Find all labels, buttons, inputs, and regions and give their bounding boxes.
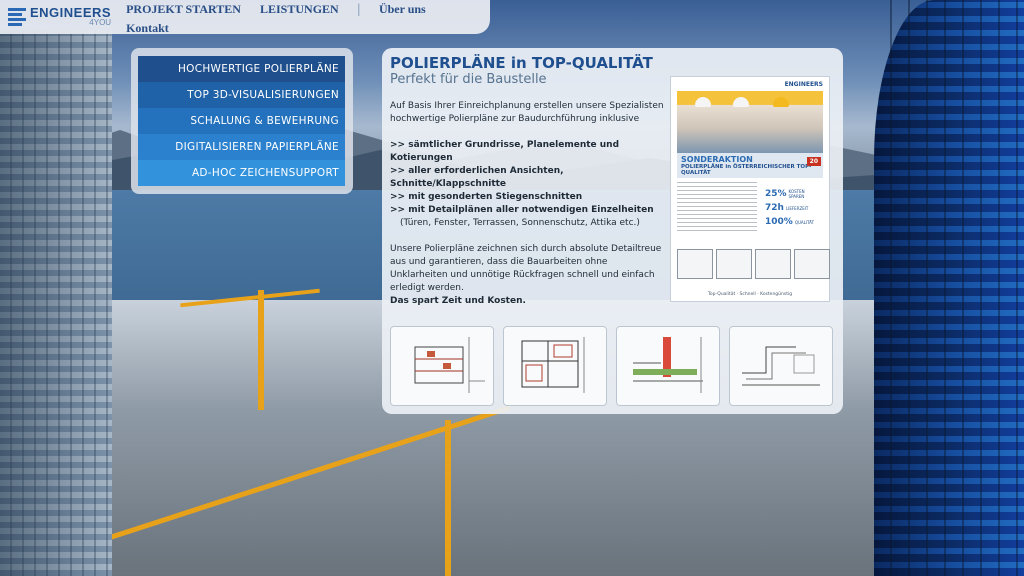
flyer-badge: 20: [806, 157, 821, 166]
top-navigation: ENGINEERS 4YOU PROJEKT STARTEN LEISTUNGE…: [0, 0, 490, 36]
nav-separator: |: [356, 2, 361, 16]
flyer-stat: 25% KOSTEN SPAREN: [765, 189, 821, 199]
list-item: >> sämtlicher Grundrisse, Planelemente u…: [390, 140, 620, 163]
nav-leistungen[interactable]: LEISTUNGEN: [260, 2, 339, 16]
content-panel: POLIERPLÄNE in TOP-QUALITÄT Perfekt für …: [382, 48, 843, 414]
services-menu: HOCHWERTIGE POLIERPLÄNE TOP 3D-VISUALISI…: [138, 56, 345, 186]
logo-stripes-icon: [8, 8, 26, 26]
page-title: POLIERPLÄNE in TOP-QUALITÄT: [390, 54, 653, 72]
helmet-icon: [733, 97, 749, 107]
flyer-drawing-thumb: [794, 249, 830, 279]
closing-text: Das spart Zeit und Kosten.: [390, 296, 526, 306]
drawing-section-icon: [414, 337, 485, 393]
stat-label: LIEFERZEIT: [785, 205, 809, 211]
helmet-icon: [773, 97, 789, 107]
flyer-body-text: [677, 182, 757, 234]
stat-number: 72h: [765, 203, 784, 213]
service-zeichensupport[interactable]: AD-HOC ZEICHENSUPPORT: [138, 160, 345, 186]
service-polierplaene[interactable]: HOCHWERTIGE POLIERPLÄNE: [138, 56, 345, 82]
content-text: Auf Basis Ihrer Einreichplanung erstelle…: [390, 100, 666, 308]
flyer-kicker: SONDERAKTION: [681, 155, 753, 164]
page-subtitle: Perfekt für die Baustelle: [390, 72, 547, 87]
flyer-drawing-thumb: [677, 249, 713, 279]
helmet-icon: [695, 97, 711, 107]
flyer-banner: SONDERAKTION POLIERPLÄNE in ÖSTERREICHIS…: [677, 153, 823, 178]
flyer-drawing-thumb: [716, 249, 752, 279]
logo-subtitle: 4YOU: [89, 18, 112, 27]
thumbnail-section-drawing[interactable]: [390, 326, 494, 406]
building-left: [0, 30, 112, 576]
flyer-stat: 100% QUALITÄT: [765, 217, 821, 227]
flyer-image[interactable]: ENGINEERS SONDERAKTION POLIERPLÄNE in ÖS…: [670, 76, 830, 302]
list-item: >> mit Detailplänen aller notwendigen Ei…: [390, 205, 654, 215]
outro-text: Unsere Polierpläne zeichnen sich durch a…: [390, 244, 662, 293]
logo[interactable]: ENGINEERS 4YOU: [8, 6, 112, 27]
stat-label: KOSTEN SPAREN: [788, 189, 805, 199]
flyer-photo-workers: [677, 91, 823, 153]
thumbnail-floorplan[interactable]: [503, 326, 607, 406]
nav-kontakt[interactable]: Kontakt: [126, 21, 169, 35]
stat-number: 100%: [765, 217, 793, 227]
flyer-headline: POLIERPLÄNE in ÖSTERREICHISCHER TOP-QUAL…: [681, 164, 812, 176]
nav-ueber-uns[interactable]: Über uns: [379, 2, 426, 16]
list-item: >> aller erforderlichen Ansichten, Schni…: [390, 166, 564, 189]
plan-thumbnails: [390, 326, 833, 406]
drawing-attika-icon: [742, 346, 820, 386]
crane-mast: [445, 420, 451, 576]
flyer-logo: ENGINEERS: [784, 80, 823, 88]
crane-mast: [258, 290, 264, 410]
service-3d-visualisierungen[interactable]: TOP 3D-VISUALISIERUNGEN: [138, 82, 345, 108]
flyer-drawing-thumb: [755, 249, 791, 279]
stat-label: QUALITÄT: [794, 219, 815, 225]
thumbnail-detail-drawing[interactable]: [616, 326, 720, 406]
service-schalung-bewehrung[interactable]: SCHALUNG & BEWEHRUNG: [138, 108, 345, 134]
list-item: >> mit gesonderten Stiegenschnitten: [390, 192, 583, 202]
building-right: [874, 0, 1024, 576]
list-note: (Türen, Fenster, Terrassen, Sonnenschutz…: [400, 218, 640, 228]
flyer-footer: Top-Qualität · Schnell · Kostengünstig: [707, 292, 793, 297]
flyer-stat: 72h LIEFERZEIT: [765, 203, 821, 213]
drawing-detail-icon: [633, 337, 703, 393]
drawing-floorplan-icon: [521, 337, 585, 393]
stat-number: 25%: [765, 189, 787, 199]
main-nav: PROJEKT STARTEN LEISTUNGEN | Über uns Ko…: [119, 0, 490, 36]
flyer-drawings: [677, 249, 830, 279]
service-digitalisieren[interactable]: DIGITALISIEREN PAPIERPLÄNE: [138, 134, 345, 160]
nav-projekt-starten[interactable]: PROJEKT STARTEN: [126, 2, 241, 16]
flyer-stats: 25% KOSTEN SPAREN 72h LIEFERZEIT 100% QU…: [765, 189, 821, 231]
thumbnail-attika-detail[interactable]: [729, 326, 833, 406]
intro-text: Auf Basis Ihrer Einreichplanung erstelle…: [390, 101, 664, 124]
